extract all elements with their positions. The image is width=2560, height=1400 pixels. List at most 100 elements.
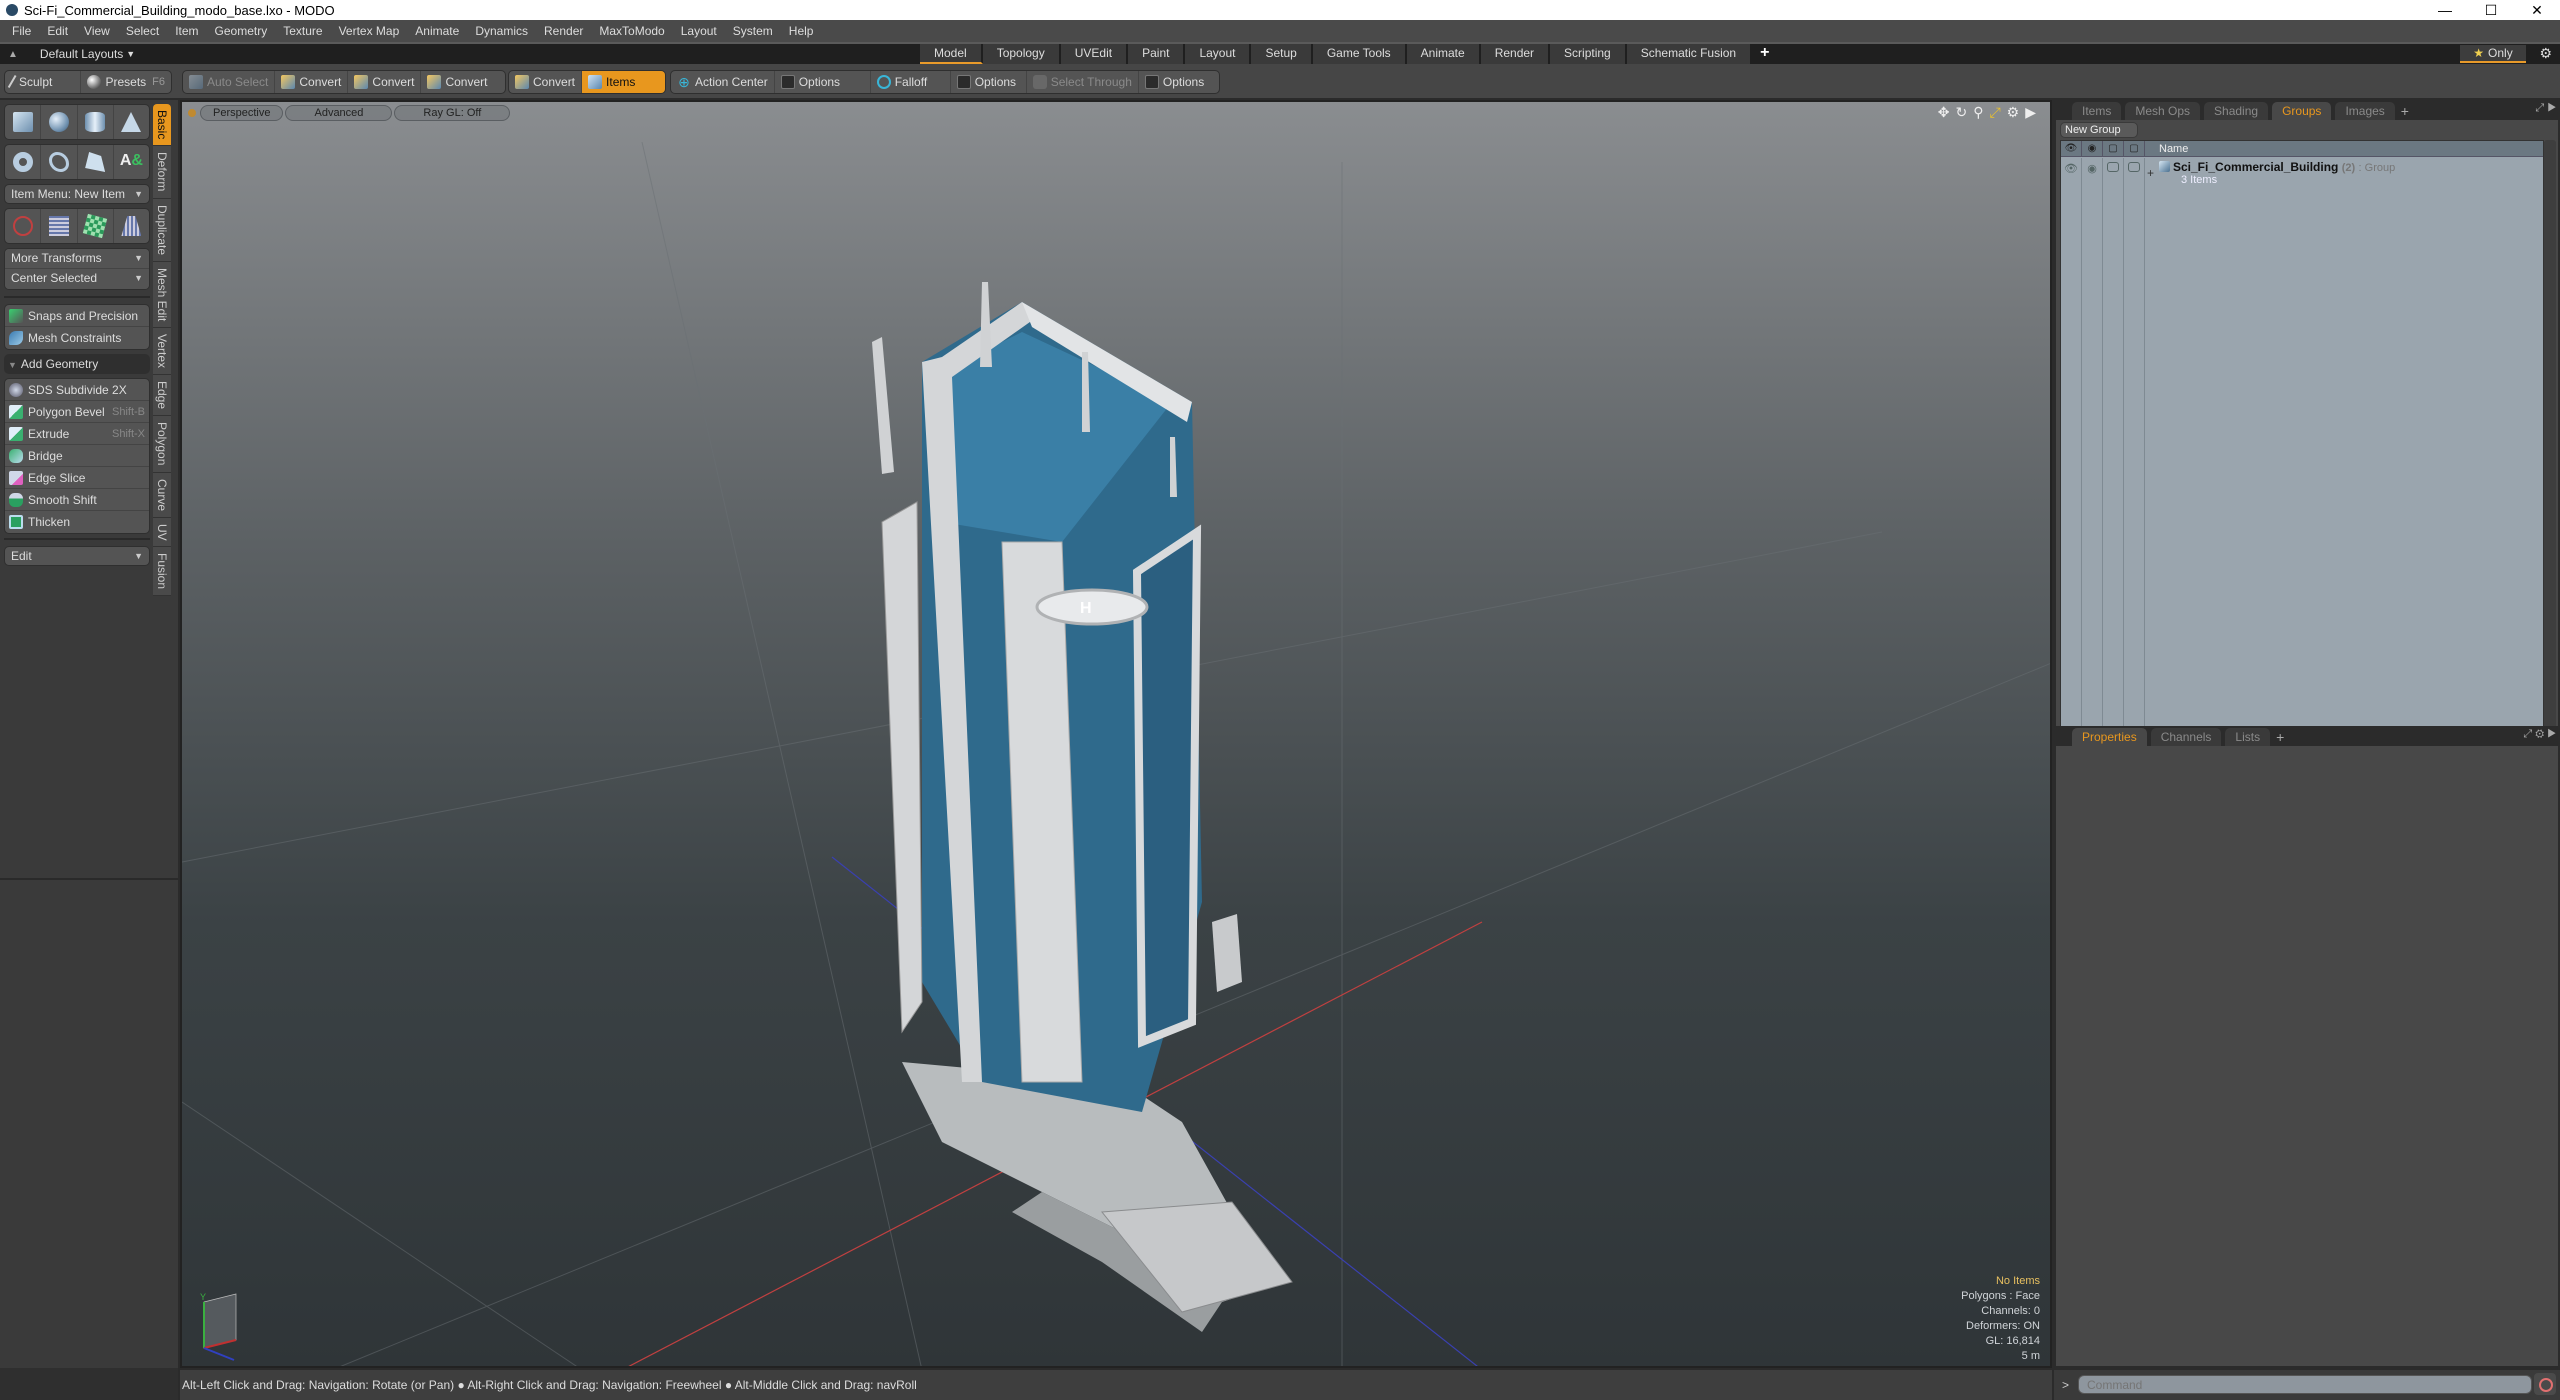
tab-groups[interactable]: Groups — [2272, 102, 2332, 120]
menu-system[interactable]: System — [725, 20, 781, 42]
zoom-icon[interactable]: ⚲ — [1973, 104, 1983, 121]
convert-materials-button[interactable]: Convert — [509, 71, 583, 93]
expand-panel-icon[interactable]: ⤢ ▶ — [2535, 102, 2556, 115]
falloff-options-button[interactable]: Options — [951, 71, 1027, 93]
vtab-duplicate[interactable]: Duplicate — [153, 198, 171, 262]
pan-icon[interactable]: ✥ — [1938, 104, 1950, 121]
close-button[interactable]: ✕ — [2514, 0, 2560, 20]
layout-tab-game-tools[interactable]: Game Tools — [1312, 44, 1407, 64]
menu-vertex-map[interactable]: Vertex Map — [331, 20, 408, 42]
maximize-button[interactable]: ☐ — [2468, 0, 2514, 20]
menu-animate[interactable]: Animate — [407, 20, 467, 42]
record-macro-button[interactable] — [2534, 1373, 2556, 1395]
expand-plus-icon[interactable]: + — [2147, 166, 2154, 180]
layout-select[interactable]: ▲ Default Layouts ▼ — [8, 47, 135, 61]
text-tool-button[interactable]: A& — [114, 145, 149, 179]
select-through-button[interactable]: Select Through — [1027, 71, 1139, 93]
cone-tool-button[interactable] — [114, 105, 149, 139]
edit-dropdown[interactable]: Edit ▼ — [4, 546, 150, 566]
thicken-button[interactable]: Thicken — [5, 511, 149, 533]
visibility-toggle[interactable]: 👁 — [2061, 158, 2082, 821]
3d-viewport[interactable]: H Y Perspective Advanced Ray GL: Off ✥ ↻… — [180, 100, 2052, 1368]
menu-texture[interactable]: Texture — [275, 20, 330, 42]
convert-vertices-button[interactable]: Convert — [275, 71, 349, 93]
name-column-header[interactable]: Name — [2145, 143, 2188, 155]
deform-tool-button[interactable] — [41, 209, 78, 243]
cube-tool-button[interactable] — [5, 105, 42, 139]
snaps-precision-button[interactable]: Snaps and Precision — [5, 305, 149, 327]
action-center-options-button[interactable]: Options — [775, 71, 871, 93]
layout-tab-paint[interactable]: Paint — [1128, 44, 1186, 64]
gear-icon[interactable]: ⚙ — [2007, 104, 2020, 121]
items-mode-button[interactable]: Items 5 — [582, 71, 665, 93]
panel-splitter[interactable] — [0, 878, 178, 880]
cylinder-tool-button[interactable] — [78, 105, 114, 139]
tab-properties[interactable]: Properties — [2072, 728, 2147, 746]
menu-geometry[interactable]: Geometry — [207, 20, 276, 42]
layout-tab-uvedit[interactable]: UVEdit — [1060, 44, 1129, 64]
uv-tool-button[interactable] — [78, 209, 114, 243]
render-toggle[interactable]: ◉ — [2082, 158, 2103, 821]
smooth-shift-button[interactable]: Smooth Shift — [5, 489, 149, 511]
vtab-vertex[interactable]: Vertex — [153, 328, 171, 376]
edge-slice-button[interactable]: Edge Slice — [5, 467, 149, 489]
vtab-deform[interactable]: Deform — [153, 146, 171, 199]
menu-layout[interactable]: Layout — [673, 20, 725, 42]
center-selected-dropdown[interactable]: Center Selected ▼ — [5, 269, 149, 289]
panel-options-icon[interactable]: ⤢ ⚙ ▶ — [2523, 728, 2556, 741]
tab-images[interactable]: Images — [2335, 102, 2395, 120]
layout-tab-schematic-fusion[interactable]: Schematic Fusion — [1626, 44, 1753, 64]
select-toggle[interactable] — [2124, 158, 2145, 821]
falloff-button[interactable]: Falloff — [871, 71, 951, 93]
lock-column-icon[interactable]: ▢ — [2103, 140, 2124, 157]
taper-tool-button[interactable] — [114, 209, 149, 243]
add-tab-button[interactable]: + — [2401, 102, 2409, 120]
add-tab-button[interactable]: + — [2276, 728, 2284, 746]
add-layout-tab-button[interactable]: + — [1752, 44, 1777, 64]
menu-render[interactable]: Render — [536, 20, 591, 42]
only-button[interactable]: ★ Only — [2460, 45, 2526, 63]
vtab-basic[interactable]: Basic — [153, 104, 171, 147]
view-mode-button[interactable]: Perspective — [200, 105, 284, 121]
render-column-icon[interactable]: ◉ — [2082, 140, 2103, 157]
lock-toggle[interactable] — [2103, 158, 2124, 821]
sculpt-button[interactable]: Sculpt — [5, 71, 82, 93]
menu-select[interactable]: Select — [118, 20, 167, 42]
polygon-bevel-button[interactable]: Polygon Bevel Shift-B — [5, 401, 149, 423]
vtab-uv[interactable]: UV — [153, 517, 171, 548]
sphere-tool-button[interactable] — [41, 105, 78, 139]
auto-select-button[interactable]: Auto Select — [183, 71, 276, 93]
menu-maxtomodo[interactable]: MaxToModo — [591, 20, 672, 42]
presets-button[interactable]: Presets F6 — [81, 71, 171, 93]
layout-tab-model[interactable]: Model — [920, 44, 983, 64]
bridge-button[interactable]: Bridge — [5, 445, 149, 467]
menu-edit[interactable]: Edit — [39, 20, 76, 42]
sds-subdivide-button[interactable]: SDS Subdivide 2X — [5, 379, 149, 401]
expand-arrow-icon[interactable]: ▶ — [2025, 104, 2036, 121]
command-input[interactable] — [2078, 1375, 2532, 1394]
rotate-icon[interactable]: ↻ — [1955, 104, 1967, 121]
tab-lists[interactable]: Lists — [2225, 728, 2271, 746]
vtab-fusion[interactable]: Fusion — [153, 547, 171, 597]
layout-tab-scripting[interactable]: Scripting — [1550, 44, 1627, 64]
vtab-polygon[interactable]: Polygon — [153, 416, 171, 473]
convert-polygons-button[interactable]: Convert — [421, 71, 493, 93]
layout-tab-layout[interactable]: Layout — [1185, 44, 1252, 64]
layout-tab-setup[interactable]: Setup — [1251, 44, 1313, 64]
tab-channels[interactable]: Channels — [2150, 728, 2222, 746]
layout-tab-animate[interactable]: Animate — [1406, 44, 1481, 64]
vtab-mesh-edit[interactable]: Mesh Edit — [153, 261, 171, 329]
tab-mesh-ops[interactable]: Mesh Ops — [2125, 102, 2201, 120]
item-menu-dropdown[interactable]: Item Menu: New Item ▼ — [4, 184, 150, 204]
vtab-curve[interactable]: Curve — [153, 472, 171, 518]
groups-scrollbar[interactable] — [2544, 140, 2556, 820]
convert-edges-button[interactable]: Convert — [348, 71, 422, 93]
group-name-cell[interactable]: + Sci_Fi_Commercial_Building (2) : Group… — [2145, 158, 2395, 821]
transform-tool-button[interactable] — [5, 209, 42, 243]
table-row[interactable]: 👁 ◉ + Sci_Fi_Commercial_Building (2) : G… — [2061, 158, 2543, 821]
fit-view-icon[interactable]: ⤢ — [1989, 104, 2000, 121]
collapse-arrow-icon[interactable]: ▲ — [8, 49, 18, 60]
visibility-column-icon[interactable]: 👁 — [2061, 140, 2082, 157]
pen-polygon-tool-button[interactable] — [78, 145, 114, 179]
tab-items[interactable]: Items — [2072, 102, 2122, 120]
